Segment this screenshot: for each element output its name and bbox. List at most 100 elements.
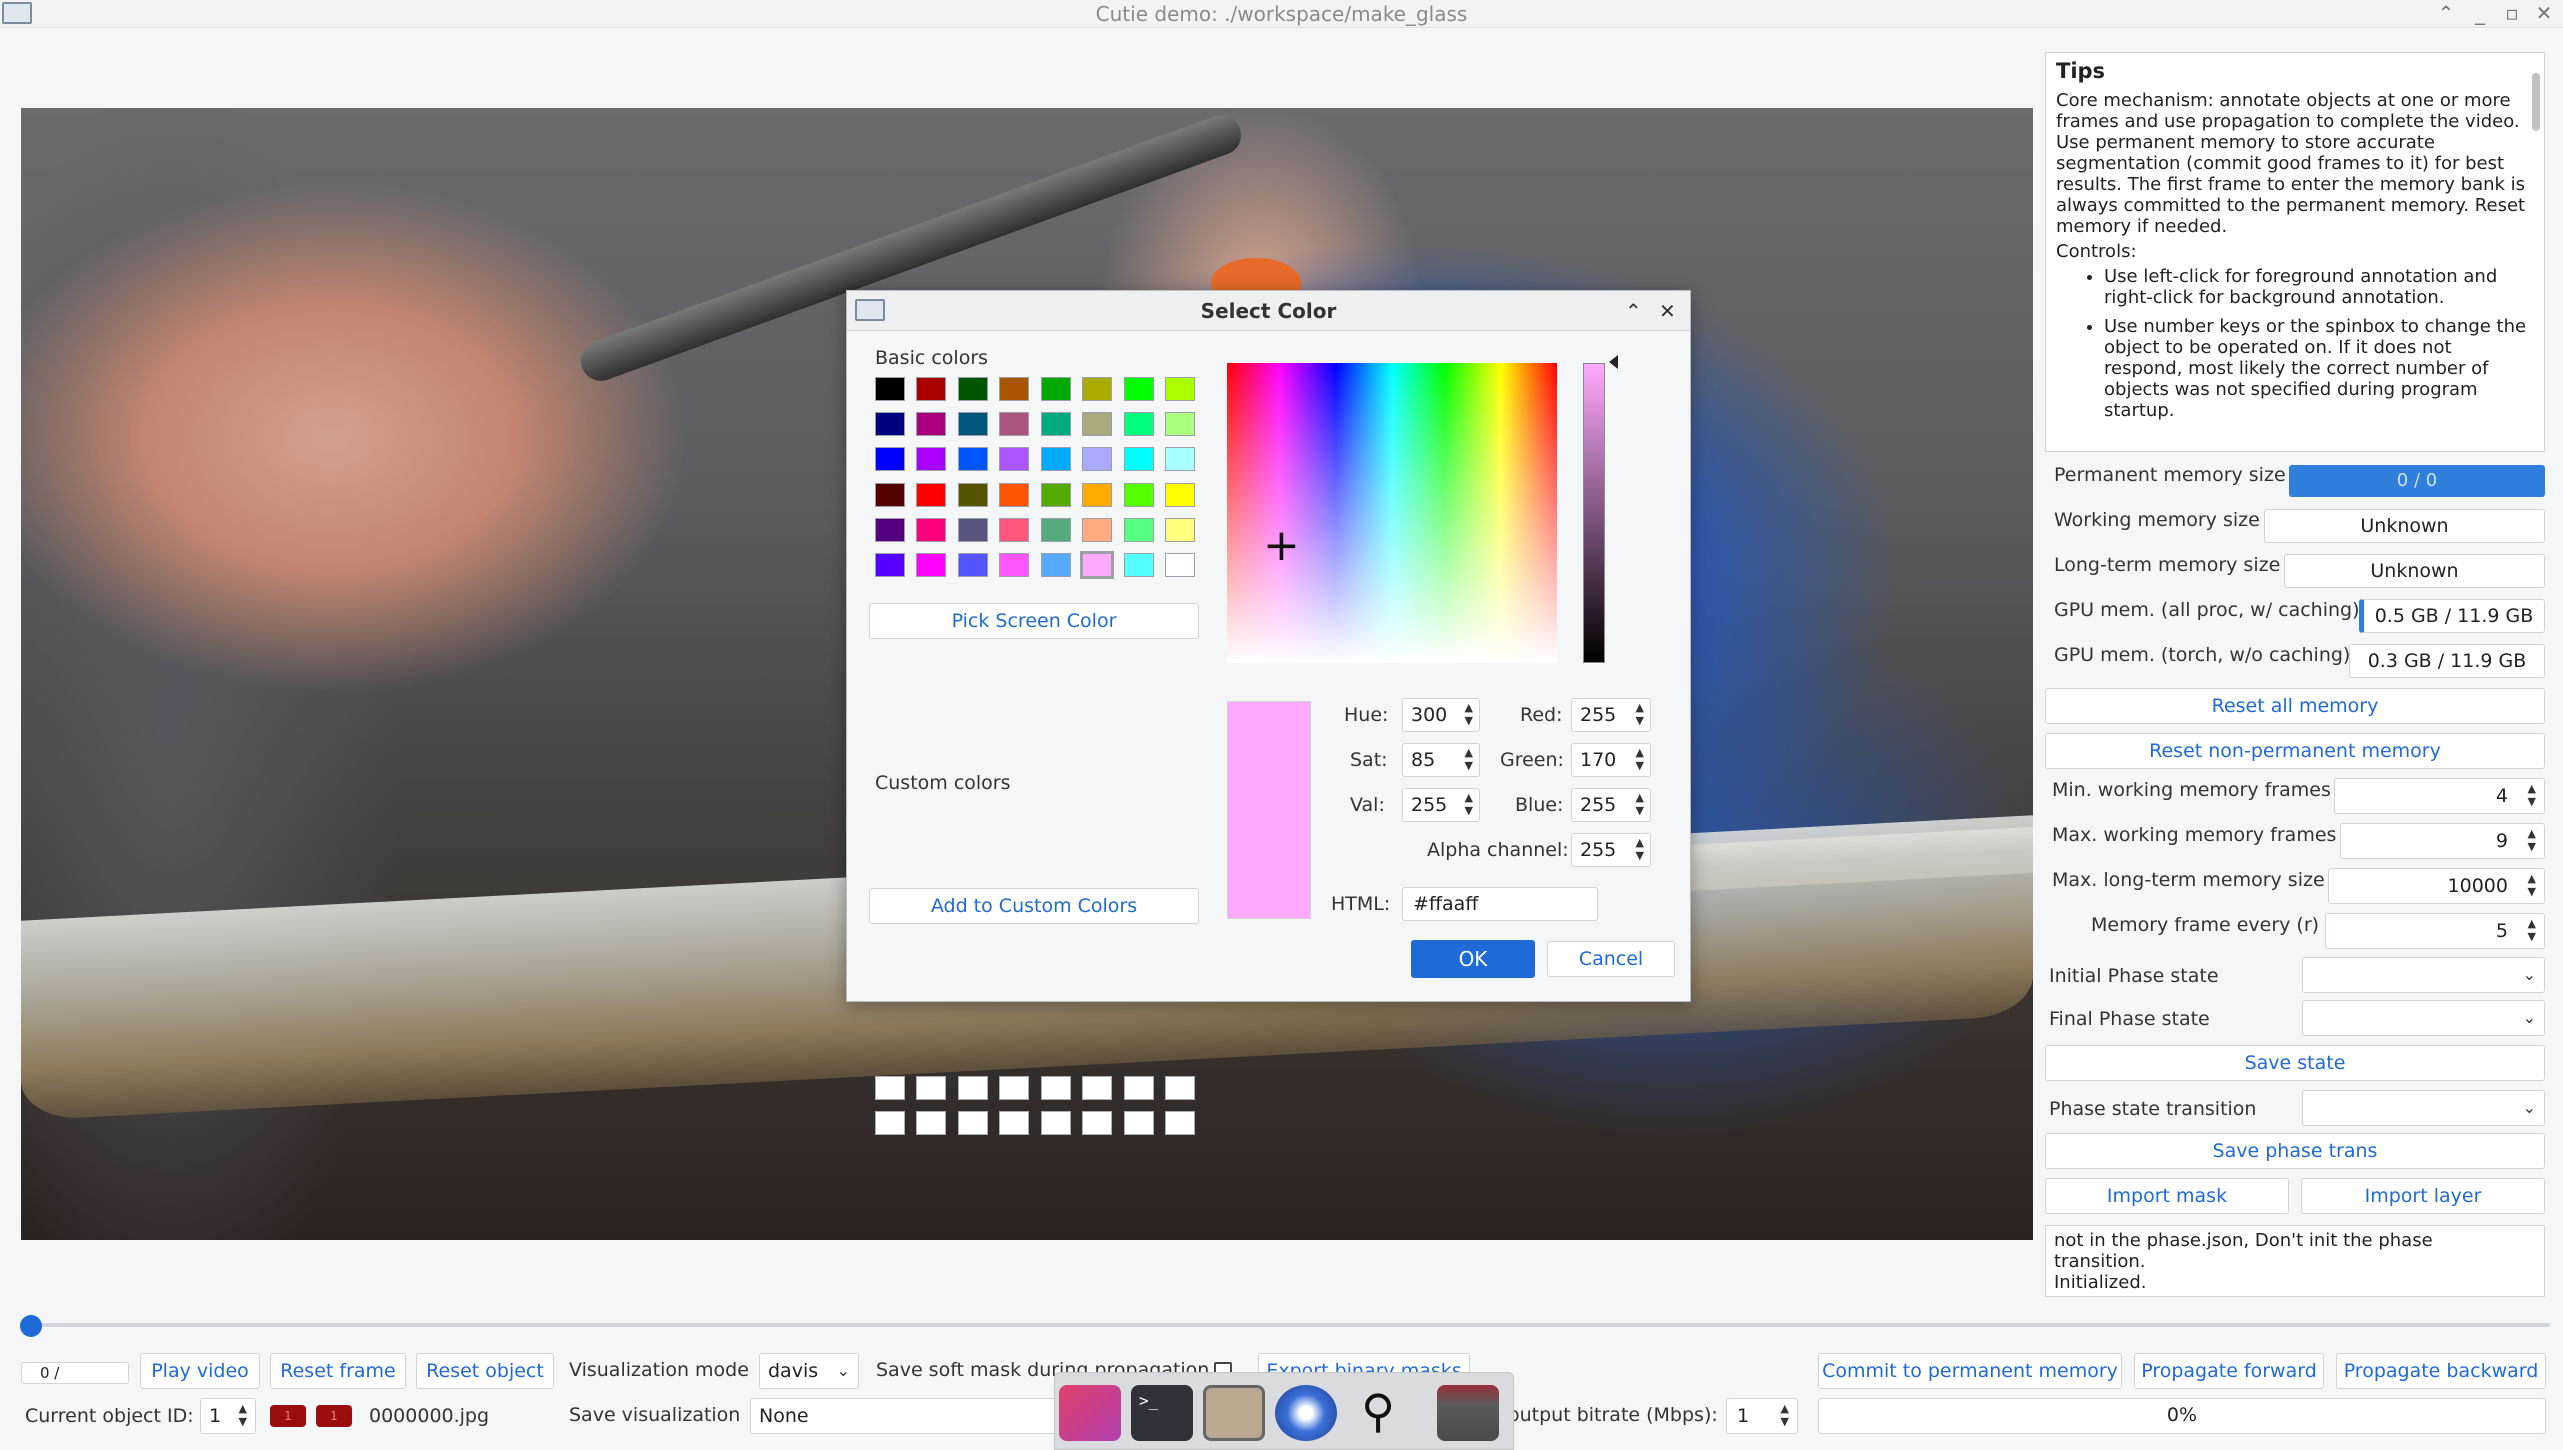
- custom-color-swatch[interactable]: [875, 1076, 905, 1101]
- terminal-icon[interactable]: >_: [1131, 1385, 1193, 1441]
- import-layer-button[interactable]: Import layer: [2301, 1178, 2545, 1214]
- sat-spinbox[interactable]: 85 ▲ ▼: [1402, 743, 1480, 777]
- basic-color-swatch[interactable]: [999, 412, 1030, 437]
- add-to-custom-colors-button[interactable]: Add to Custom Colors: [869, 888, 1199, 924]
- basic-color-swatch[interactable]: [1165, 377, 1196, 401]
- custom-color-swatch[interactable]: [1123, 1076, 1154, 1101]
- folder-icon[interactable]: [1437, 1385, 1499, 1441]
- basic-color-swatch[interactable]: [1123, 517, 1154, 542]
- basic-color-swatch[interactable]: [1165, 482, 1196, 507]
- basic-color-swatch[interactable]: [875, 517, 905, 542]
- basic-color-swatch[interactable]: [1040, 412, 1071, 437]
- basic-color-swatch[interactable]: [999, 517, 1030, 542]
- reset-frame-button[interactable]: Reset frame: [270, 1353, 406, 1389]
- basic-color-swatch[interactable]: [957, 482, 988, 507]
- custom-color-swatch[interactable]: [999, 1076, 1030, 1101]
- basic-color-swatch[interactable]: [1080, 551, 1115, 579]
- basic-color-swatch[interactable]: [1040, 517, 1071, 542]
- max-longterm-size-spinbox[interactable]: 10000 ▲ ▼: [2328, 868, 2545, 904]
- custom-color-swatch[interactable]: [1082, 1111, 1113, 1136]
- basic-color-swatch[interactable]: [1165, 553, 1196, 577]
- basic-color-swatch[interactable]: [1123, 377, 1154, 401]
- object-id-spinbox[interactable]: 1 ▲ ▼: [200, 1398, 256, 1434]
- reset-nonpermanent-memory-button[interactable]: Reset non-permanent memory: [2045, 733, 2545, 769]
- basic-color-swatch[interactable]: [957, 517, 988, 542]
- custom-color-swatch[interactable]: [1165, 1076, 1196, 1101]
- basic-color-swatch[interactable]: [1040, 377, 1071, 401]
- basic-color-swatch[interactable]: [875, 553, 905, 577]
- basic-color-swatch[interactable]: [1082, 377, 1113, 401]
- html-color-input[interactable]: #ffaaff: [1402, 887, 1598, 921]
- maximize-caret-icon[interactable]: ⌃: [2430, 0, 2462, 28]
- basic-color-swatch[interactable]: [1123, 553, 1154, 577]
- phase-transition-dropdown[interactable]: ⌄: [2302, 1090, 2545, 1126]
- tips-panel[interactable]: Tips Core mechanism: annotate objects at…: [2045, 52, 2545, 452]
- timeline-slider-handle[interactable]: [20, 1315, 42, 1337]
- basic-color-swatch[interactable]: [875, 482, 905, 507]
- basic-color-swatch[interactable]: [916, 412, 947, 437]
- frame-counter[interactable]: 0 /: [21, 1362, 129, 1384]
- custom-color-swatch[interactable]: [916, 1111, 947, 1136]
- tips-scrollbar[interactable]: [2528, 59, 2542, 445]
- value-slider[interactable]: [1583, 363, 1605, 663]
- basic-color-swatch[interactable]: [916, 517, 947, 542]
- basic-color-swatch[interactable]: [1040, 482, 1071, 507]
- final-phase-dropdown[interactable]: ⌄: [2302, 1000, 2545, 1036]
- basic-color-swatch[interactable]: [999, 553, 1030, 577]
- max-working-frames-spinbox[interactable]: 9 ▲ ▼: [2340, 823, 2545, 859]
- custom-color-swatch[interactable]: [916, 1076, 947, 1101]
- min-working-frames-spinbox[interactable]: 4 ▲ ▼: [2334, 778, 2545, 814]
- initial-phase-dropdown[interactable]: ⌄: [2302, 957, 2545, 993]
- visualization-mode-dropdown[interactable]: davis ⌄: [759, 1353, 859, 1389]
- basic-color-swatch[interactable]: [957, 412, 988, 437]
- commit-permanent-memory-button[interactable]: Commit to permanent memory: [1818, 1353, 2122, 1389]
- search-icon[interactable]: ⚲: [1347, 1385, 1409, 1441]
- basic-color-swatch[interactable]: [1165, 517, 1196, 542]
- select-color-dialog[interactable]: Select Color ⌃ ✕ Basic colors Pick Scree…: [846, 290, 1691, 1136]
- custom-color-swatch[interactable]: [957, 1076, 988, 1101]
- basic-color-swatch[interactable]: [957, 377, 988, 401]
- basic-color-swatch[interactable]: [875, 447, 905, 472]
- basic-color-swatch[interactable]: [999, 482, 1030, 507]
- cancel-button[interactable]: Cancel: [1547, 941, 1675, 977]
- dialog-close-icon[interactable]: ✕: [1659, 291, 1676, 331]
- red-spinbox[interactable]: 255 ▲ ▼: [1571, 698, 1651, 732]
- basic-color-swatch[interactable]: [1123, 482, 1154, 507]
- minimize-icon[interactable]: _: [2464, 0, 2496, 28]
- basic-color-swatch[interactable]: [957, 553, 988, 577]
- timeline-slider[interactable]: [30, 1323, 2550, 1327]
- alpha-spinbox[interactable]: 255 ▲ ▼: [1571, 833, 1651, 867]
- hue-saturation-spectrum[interactable]: [1227, 363, 1557, 663]
- blue-spinbox[interactable]: 255 ▲ ▼: [1571, 788, 1651, 822]
- custom-color-swatch[interactable]: [999, 1111, 1030, 1136]
- save-visualization-dropdown[interactable]: None: [750, 1398, 1070, 1434]
- basic-color-swatch[interactable]: [1040, 447, 1071, 472]
- propagate-backward-button[interactable]: Propagate backward: [2336, 1353, 2546, 1389]
- basic-color-swatch[interactable]: [916, 553, 947, 577]
- basic-color-swatch[interactable]: [1123, 412, 1154, 437]
- basic-color-swatch[interactable]: [916, 447, 947, 472]
- reset-object-button[interactable]: Reset object: [416, 1353, 554, 1389]
- custom-color-swatch[interactable]: [957, 1111, 988, 1136]
- basic-color-swatch[interactable]: [957, 447, 988, 472]
- basic-color-swatch[interactable]: [875, 412, 905, 437]
- reset-all-memory-button[interactable]: Reset all memory: [2045, 688, 2545, 724]
- custom-color-swatch[interactable]: [875, 1111, 905, 1136]
- import-mask-button[interactable]: Import mask: [2045, 1178, 2289, 1214]
- basic-color-swatch[interactable]: [916, 377, 947, 401]
- custom-color-swatch[interactable]: [1082, 1076, 1113, 1101]
- green-spinbox[interactable]: 170 ▲ ▼: [1571, 743, 1651, 777]
- spectrum-crosshair[interactable]: +: [1263, 524, 1300, 568]
- app-launcher-icon[interactable]: [1059, 1385, 1121, 1441]
- output-bitrate-spinbox[interactable]: 1 ▲ ▼: [1726, 1398, 1798, 1434]
- basic-color-swatch[interactable]: [1165, 447, 1196, 472]
- dialog-maximize-icon[interactable]: ⌃: [1625, 291, 1642, 331]
- memory-every-spinbox[interactable]: 5 ▲ ▼: [2325, 913, 2545, 949]
- basic-color-swatch[interactable]: [1082, 482, 1113, 507]
- basic-color-swatch[interactable]: [999, 447, 1030, 472]
- custom-color-swatch[interactable]: [1040, 1111, 1071, 1136]
- basic-color-swatch[interactable]: [1082, 447, 1113, 472]
- basic-color-swatch[interactable]: [916, 482, 947, 507]
- pick-screen-color-button[interactable]: Pick Screen Color: [869, 603, 1199, 639]
- custom-color-swatch[interactable]: [1040, 1076, 1071, 1101]
